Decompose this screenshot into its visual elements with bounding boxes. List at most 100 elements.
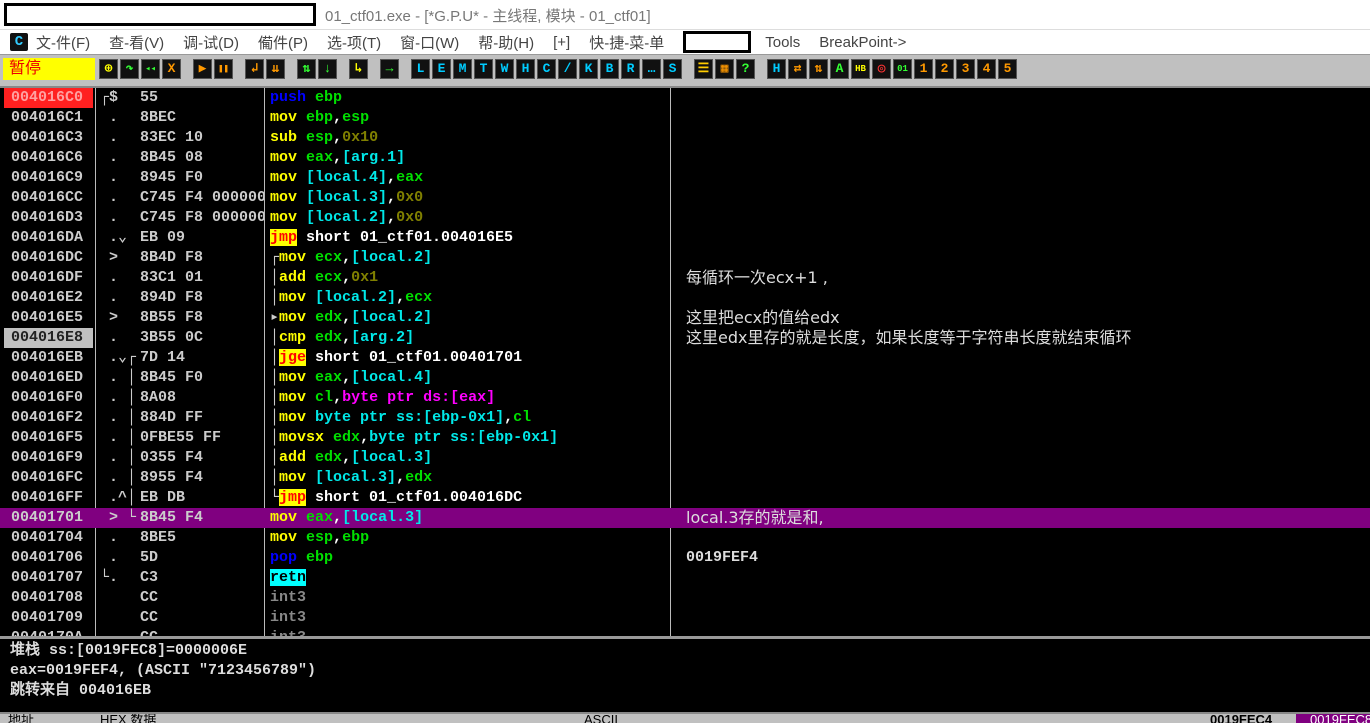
toolbar-button-icon[interactable]: ⇅ (809, 58, 828, 79)
instruction-token: │ (270, 329, 280, 346)
stack-address-selected[interactable]: 0019FEC8 (1296, 714, 1370, 723)
menu-item[interactable]: 快-捷-菜-单 (589, 32, 664, 53)
jump-arrow: . (100, 289, 119, 306)
disasm-row[interactable]: 004016F0 . │ 8A08 │mov cl,byte ptr ds:[eax… (0, 388, 1370, 408)
toolbar-button-icon[interactable]: 01 (893, 58, 912, 79)
disasm-row[interactable]: 00401708 CC int3 (0, 588, 1370, 608)
toolbar-button-icon[interactable]: A (830, 58, 849, 79)
disasm-row[interactable]: 004016DF . 83C1 01 │add ecx,0x1 每循环一次ecx+1 … (0, 268, 1370, 288)
toolbar-button-icon[interactable]: ↷ (120, 58, 139, 79)
disasm-row[interactable]: 004016E5 >8B55 F8 ▸mov edx,[local.2] 这里把ec… (0, 308, 1370, 328)
menu-item[interactable]: 僃件(P) (258, 32, 308, 53)
toolbar-button-icon[interactable]: ⇄ (788, 58, 807, 79)
toolbar-button-icon[interactable]: X (162, 58, 181, 79)
toolbar-button-icon[interactable]: ↳ (349, 58, 368, 79)
toolbar-button-icon[interactable]: H (516, 58, 535, 79)
toolbar-button-icon[interactable]: ☰ (694, 58, 713, 79)
disasm-row[interactable]: 004016C1 . 8BEC mov ebp,esp (0, 108, 1370, 128)
disasm-row[interactable]: 004016C6 . 8B45 08 mov eax,[arg.1] (0, 148, 1370, 168)
disasm-row[interactable]: 004016F9 . │ 0355 F4 │add edx,[local.3] (0, 448, 1370, 468)
menu-item[interactable]: 选-项(T) (327, 32, 381, 53)
disasm-row[interactable]: 0040170A CC int3 (0, 628, 1370, 636)
disasm-row[interactable]: 004016D3 . C745 F8 00000000 mov [local.2],… (0, 208, 1370, 228)
menu-item[interactable]: 文-件(F) (36, 32, 90, 53)
disasm-row[interactable]: 004016E2 . 894D F8 │mov [local.2],ecx (0, 288, 1370, 308)
toolbar-button-icon[interactable]: ▦ (715, 58, 734, 79)
row-hex-bytes: 7D 14 (140, 349, 186, 366)
toolbar-button-icon[interactable]: B (600, 58, 619, 79)
disasm-row[interactable]: 004016FF .^│ EB DB └jmp short 01_ctf01.004… (0, 488, 1370, 508)
toolbar-button-icon[interactable]: HB (851, 58, 870, 79)
toolbar-button-icon[interactable]: ⊕ (99, 58, 118, 79)
toolbar-button-icon[interactable]: 5 (998, 58, 1017, 79)
disasm-row[interactable]: 004016DC >8B4D F8 ┌mov ecx,[local.2] (0, 248, 1370, 268)
row-address: 004016C9 (11, 169, 84, 186)
dump-col-address[interactable]: 地址 (8, 714, 34, 723)
toolbar-button-icon[interactable]: 1 (914, 58, 933, 79)
toolbar-button-icon[interactable]: S (663, 58, 682, 79)
instruction-token: │ (270, 369, 280, 386)
instruction-token: retn (270, 569, 307, 586)
menu-item[interactable]: 查-看(V) (109, 32, 164, 53)
disasm-row[interactable]: 004016DA .⌄ EB 09 jmp short 01_ctf01.00401… (0, 228, 1370, 248)
toolbar-button-icon[interactable]: ◎ (872, 58, 891, 79)
menu-item[interactable]: 调-试(D) (183, 32, 239, 53)
disasm-row[interactable]: 004016C3 . 83EC 10 sub esp,0x10 (0, 128, 1370, 148)
disasm-row[interactable]: 004016CC . C745 F4 00000000 mov [local.3],… (0, 188, 1370, 208)
toolbar-button-icon[interactable]: L (411, 58, 430, 79)
disasm-row[interactable]: 00401701 > └ 8B45 F4 mov eax,[local.3] loca… (0, 508, 1370, 528)
disassembly-pane[interactable]: 004016C0 ┌$ 55 push ebp 004016C1 . 8BEC mov eb… (0, 86, 1370, 636)
row-comment: 每循环一次ecx+1 , (686, 268, 828, 287)
instruction-token: mov (279, 389, 307, 406)
toolbar-button-icon[interactable]: T (474, 58, 493, 79)
instruction-token: └ (270, 489, 280, 506)
instruction-token: │ (270, 469, 280, 486)
toolbar-button-icon[interactable]: K (579, 58, 598, 79)
disasm-row[interactable]: 004016C9 . 8945 F0 mov [local.4],eax (0, 168, 1370, 188)
toolbar-button-icon[interactable]: ? (736, 58, 755, 79)
toolbar-button-icon[interactable]: … (642, 58, 661, 79)
jump-arrow: └. (100, 569, 119, 586)
menu-item[interactable]: [+] (553, 34, 570, 51)
disasm-row[interactable]: 004016E8 . 3B55 0C │cmp edx,[arg.2] 这里edx里存… (0, 328, 1370, 348)
toolbar-button-icon[interactable]: ⇅ (297, 58, 316, 79)
menu-item[interactable]: Tools (765, 34, 800, 51)
toolbar-button-icon[interactable]: H (767, 58, 786, 79)
toolbar-button-icon[interactable]: ↲ (245, 58, 264, 79)
toolbar-button-icon[interactable]: ▶ (193, 58, 212, 79)
menu-item[interactable]: 窗-口(W) (400, 32, 459, 53)
disasm-row[interactable]: 00401709 CC int3 (0, 608, 1370, 628)
disasm-row[interactable]: 004016EB .⌄┌ 7D 14 │jge short 01_ctf01.004… (0, 348, 1370, 368)
jump-arrow: . (100, 169, 119, 186)
disasm-row[interactable]: 004016F5 . │ 0FBE55 FF │movsx edx,byte ptr… (0, 428, 1370, 448)
menu-item[interactable]: BreakPoint-> (819, 34, 906, 51)
toolbar-button-icon[interactable]: 3 (956, 58, 975, 79)
disasm-row[interactable]: 004016F2 . │ 884D FF │mov byte ptr ss:[ebp… (0, 408, 1370, 428)
disasm-row[interactable]: 004016C0 ┌$ 55 push ebp (0, 88, 1370, 108)
disasm-row[interactable]: 004016ED . │ 8B45 F0 │mov eax,[local.4] (0, 368, 1370, 388)
toolbar-button-icon[interactable]: ↓ (318, 58, 337, 79)
toolbar-button-icon[interactable]: / (558, 58, 577, 79)
toolbar-button-icon[interactable]: ◂◂ (141, 58, 160, 79)
menu-item[interactable]: 帮-助(H) (478, 32, 534, 53)
row-instruction: ┌mov ecx,[local.2] (270, 248, 432, 268)
toolbar-button-icon[interactable]: ⇊ (266, 58, 285, 79)
row-address: 004016ED (11, 369, 84, 386)
toolbar-button-icon[interactable]: R (621, 58, 640, 79)
dump-col-ascii[interactable]: ASCII (584, 714, 618, 723)
toolbar-button-icon[interactable]: 2 (935, 58, 954, 79)
instruction-token: eax (396, 169, 424, 186)
toolbar-button-icon[interactable]: M (453, 58, 472, 79)
toolbar-button-icon[interactable]: C (537, 58, 556, 79)
toolbar-button-icon[interactable]: W (495, 58, 514, 79)
disasm-row[interactable]: 004016FC . │ 8955 F4 │mov [local.3],edx (0, 468, 1370, 488)
toolbar-button-icon[interactable]: ❚❚ (214, 58, 233, 79)
disasm-row[interactable]: 00401706 . 5D pop ebp 0019FEF4 (0, 548, 1370, 568)
disasm-row[interactable]: 00401707 └. C3 retn (0, 568, 1370, 588)
toolbar-button-icon[interactable]: E (432, 58, 451, 79)
toolbar-button-icon[interactable]: 4 (977, 58, 996, 79)
disasm-row[interactable]: 00401704 . 8BE5 mov esp,ebp (0, 528, 1370, 548)
toolbar-button-icon[interactable]: → (380, 58, 399, 79)
instruction-token (297, 169, 306, 186)
dump-col-hex[interactable]: HEX 数据 (100, 714, 156, 723)
